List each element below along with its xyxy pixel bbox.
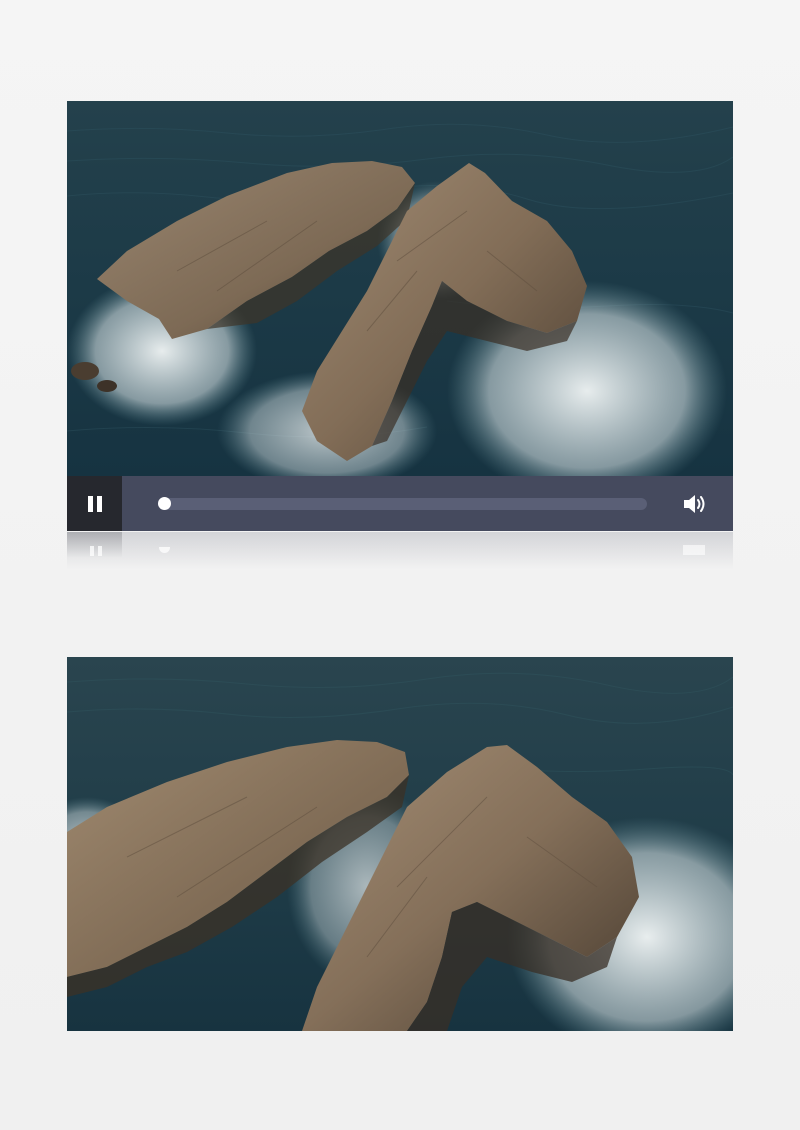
page <box>0 0 800 1130</box>
progress-knob[interactable] <box>158 497 171 510</box>
controls-reflection <box>67 532 733 570</box>
video-still-aerial-rocks-closeup <box>67 657 733 1031</box>
reflection-volume <box>683 545 705 555</box>
reflection-pause-bar <box>98 546 102 556</box>
pause-button[interactable] <box>67 476 122 531</box>
video-frame-aerial-rocks[interactable] <box>67 101 733 476</box>
video-controls <box>67 476 733 531</box>
video-frame-aerial-rocks-closeup[interactable] <box>67 657 733 1031</box>
reflection-knob <box>159 547 170 553</box>
pause-icon <box>87 495 102 512</box>
volume-button[interactable] <box>681 490 709 518</box>
reflection-button <box>67 532 122 558</box>
progress-track[interactable] <box>158 497 647 510</box>
volume-icon <box>684 495 705 513</box>
reflection-pause-bar <box>90 546 94 556</box>
video-still-aerial-rocks <box>67 101 733 476</box>
